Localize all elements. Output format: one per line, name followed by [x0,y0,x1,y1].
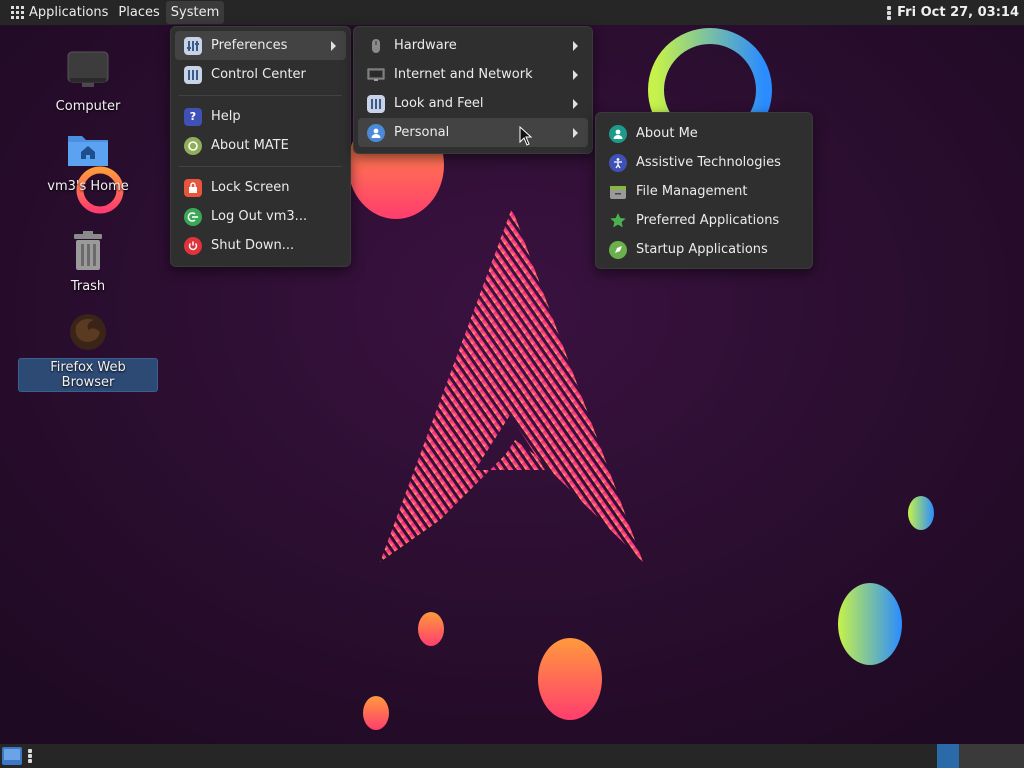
menu-item-label: Help [211,109,241,124]
help-icon: ? [184,107,202,126]
desktop-icon-label: Computer [55,99,121,114]
menu-item-control-center[interactable]: Control Center [175,60,346,89]
desktop-icon-firefox[interactable]: Firefox Web Browser [18,308,158,392]
menu-item-startup-applications[interactable]: Startup Applications [600,235,808,264]
clock-area: Fri Oct 27, 03:14 [887,0,1024,25]
submenu-arrow-icon [573,99,578,109]
network-icon [367,66,385,84]
accessibility-icon [609,153,627,172]
menu-item-label: Assistive Technologies [636,155,781,170]
menu-item-shut-down[interactable]: Shut Down... [175,231,346,260]
preferred-apps-icon [609,212,627,230]
menu-item-label: Hardware [394,38,457,53]
menu-item-label: Shut Down... [211,238,295,253]
applications-menu-button[interactable]: Applications [0,0,113,25]
desktop-icon-trash[interactable]: Trash [18,228,158,295]
system-menu: Preferences Control Center ? Help About … [170,26,351,267]
submenu-arrow-icon [573,128,578,138]
trash-icon [66,228,110,272]
submenu-arrow-icon [573,41,578,51]
menu-item-about-mate[interactable]: About MATE [175,131,346,160]
menu-item-preferred-applications[interactable]: Preferred Applications [600,206,808,235]
applications-label: Applications [29,5,109,20]
home-folder-icon [66,128,110,172]
menu-item-internet-network[interactable]: Internet and Network [358,60,588,89]
lock-icon [184,178,202,197]
mate-icon [184,136,202,155]
menu-item-label: About MATE [211,138,289,153]
menu-separator [179,95,342,96]
menu-item-label: Startup Applications [636,242,768,257]
menu-item-hardware[interactable]: Hardware [358,31,588,60]
menu-item-label: File Management [636,184,748,199]
preferences-icon [184,36,202,55]
submenu-arrow-icon [331,41,336,51]
apps-grid-icon [11,5,25,20]
show-desktop-icon[interactable] [2,747,22,765]
menu-item-label: Control Center [211,67,306,82]
workspace-2[interactable] [959,744,1024,768]
power-icon [184,236,202,255]
person-icon [367,123,385,142]
user-icon [609,124,627,143]
menu-item-label: Preferred Applications [636,213,780,228]
clock[interactable]: Fri Oct 27, 03:14 [897,5,1024,20]
file-manager-icon [609,183,627,201]
menu-separator [179,166,342,167]
menu-item-label: Log Out vm3... [211,209,308,224]
bottom-panel [0,744,1024,768]
firefox-icon [66,308,110,352]
desktop-icon-label: vm3's Home [47,179,129,194]
personal-submenu: About Me Assistive Technologies File Man… [595,112,813,269]
menu-item-log-out[interactable]: Log Out vm3... [175,202,346,231]
places-label: Places [118,5,160,20]
menu-item-preferences[interactable]: Preferences [175,31,346,60]
top-panel: Applications Places System Fri Oct 27, 0… [0,0,1024,25]
menu-item-about-me[interactable]: About Me [600,119,808,148]
appearance-icon [367,94,385,113]
menu-item-label: Preferences [211,38,288,53]
system-menu-button[interactable]: System [165,1,225,24]
menu-item-label: Look and Feel [394,96,484,111]
mouse-icon [367,37,385,55]
control-center-icon [184,65,202,84]
system-label: System [170,5,220,20]
startup-icon [609,240,627,259]
menu-item-help[interactable]: ? Help [175,102,346,131]
panel-handle-icon[interactable] [887,5,892,20]
mouse-cursor-icon [519,126,533,146]
menu-item-file-management[interactable]: File Management [600,177,808,206]
menu-item-label: About Me [636,126,698,141]
places-menu-button[interactable]: Places [113,0,164,25]
menu-item-look-and-feel[interactable]: Look and Feel [358,89,588,118]
menu-item-label: Personal [394,125,450,140]
menu-item-label: Internet and Network [394,67,533,82]
menu-item-assistive-technologies[interactable]: Assistive Technologies [600,148,808,177]
desktop-icon-label: Trash [70,279,106,294]
workspace-1[interactable] [937,744,959,768]
desktop-icon-computer[interactable]: Computer [18,48,158,115]
desktop-icon-home[interactable]: vm3's Home [18,128,158,195]
menu-item-label: Lock Screen [211,180,290,195]
preferences-submenu: Hardware Internet and Network Look and F… [353,26,593,154]
computer-icon [66,48,110,92]
menu-item-lock-screen[interactable]: Lock Screen [175,173,346,202]
desktop-icon-label: Firefox Web Browser [18,358,158,392]
panel-handle-icon[interactable] [28,749,32,763]
submenu-arrow-icon [573,70,578,80]
menu-item-personal[interactable]: Personal [358,118,588,147]
logout-icon [184,207,202,226]
